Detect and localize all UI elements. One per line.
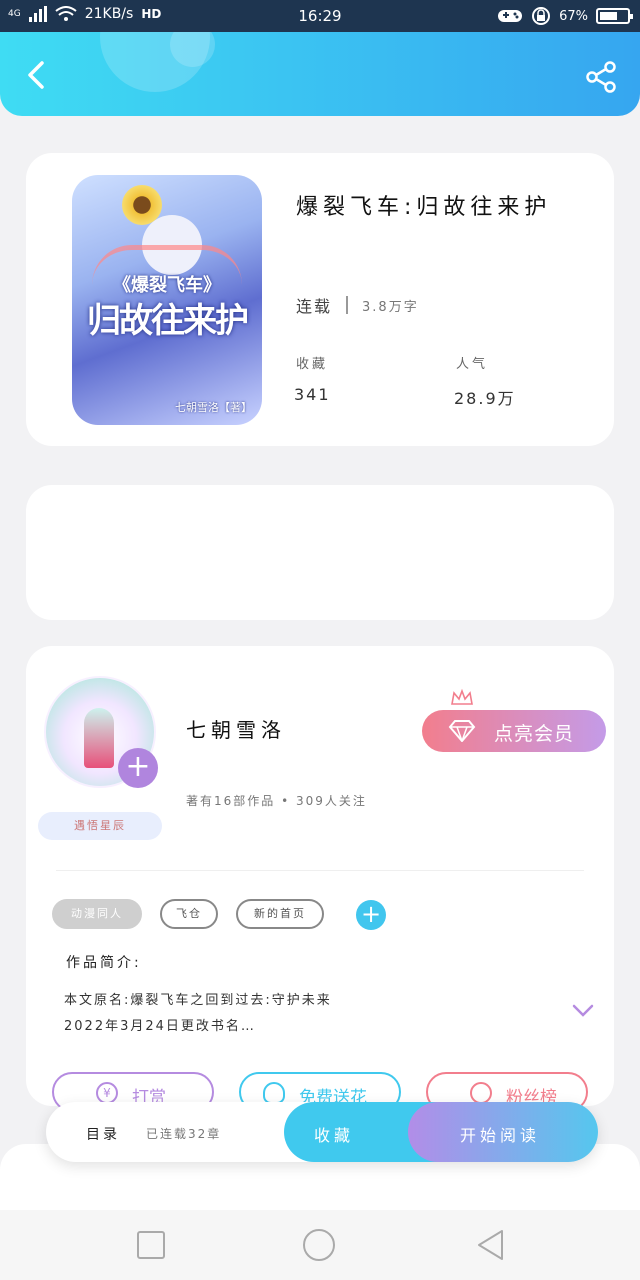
divider xyxy=(56,870,584,871)
intro-text: 本文原名:爆裂飞车之回到过去:守护未来 2022年3月24日更改书名… xyxy=(64,988,332,1040)
book-info-card: 《爆裂飞车》 归故往来护 七朝雪洛【著】 爆裂飞车:归故往来护 连载 3.8万字… xyxy=(26,153,614,446)
follow-plus-button[interactable]: + xyxy=(118,748,158,788)
popularity-value: 28.9万 xyxy=(454,389,516,408)
author-badge: 遇悟星辰 xyxy=(38,812,162,840)
vip-label: 点亮会员 xyxy=(494,723,575,745)
diamond-icon xyxy=(448,720,476,742)
book-cover[interactable]: 《爆裂飞车》 归故往来护 七朝雪洛【著】 xyxy=(72,175,262,425)
system-nav-bar xyxy=(0,1210,640,1280)
book-title: 爆裂飞车:归故往来护 xyxy=(296,195,552,220)
add-tag-button[interactable]: + xyxy=(356,900,386,930)
popularity-label: 人气 xyxy=(456,357,489,372)
chapter-count: 已连载32章 xyxy=(146,1127,222,1141)
tag-item[interactable]: 动漫同人 xyxy=(52,899,142,929)
battery-percent: 67% xyxy=(559,8,588,24)
favorites-label: 收藏 xyxy=(296,357,329,372)
author-name[interactable]: 七朝雪洛 xyxy=(186,714,286,743)
user-icon xyxy=(470,1082,492,1104)
bottom-action-bar: 目录 已连载32章 收藏 开始阅读 xyxy=(46,1102,598,1162)
author-details-card: + 遇悟星辰 七朝雪洛 著有16部作品 • 309人关注 点亮会员 动漫同人 飞… xyxy=(26,646,614,1112)
chevron-down-icon[interactable] xyxy=(572,1004,594,1018)
intro-line: 2022年3月24日更改书名… xyxy=(64,1019,256,1034)
tag-item[interactable]: 新的首页 xyxy=(236,899,324,929)
serial-status: 连载 xyxy=(296,297,333,316)
flower-icon xyxy=(263,1082,285,1104)
empty-card xyxy=(26,485,614,620)
favorites-value: 341 xyxy=(294,385,331,404)
lock-rotation-icon xyxy=(532,7,551,25)
author-info: 著有16部作品 • 309人关注 xyxy=(186,794,367,808)
intro-heading: 作品简介: xyxy=(66,955,142,971)
gamepad-icon xyxy=(498,10,523,22)
toc-button[interactable]: 目录 xyxy=(86,1124,120,1144)
cover-title: 归故往来护 xyxy=(87,301,249,341)
tag-item[interactable]: 飞仓 xyxy=(160,899,218,929)
recent-apps-icon[interactable] xyxy=(134,1228,168,1262)
start-reading-button[interactable]: 开始阅读 xyxy=(408,1102,598,1162)
intro-line: 本文原名:爆裂飞车之回到过去:守护未来 xyxy=(64,993,332,1008)
vip-button[interactable]: 点亮会员 xyxy=(422,710,606,752)
back-triangle-icon[interactable] xyxy=(474,1228,508,1262)
battery-icon xyxy=(596,8,633,24)
share-icon[interactable] xyxy=(584,60,618,94)
home-icon[interactable] xyxy=(302,1228,336,1262)
favorite-label: 收藏 xyxy=(314,1126,355,1145)
book-status-row: 连载 3.8万字 xyxy=(296,293,419,317)
status-bar: 4G 21KB/s HD 16:29 67% xyxy=(0,0,640,32)
crown-icon xyxy=(451,688,473,705)
back-arrow-icon[interactable] xyxy=(22,60,52,90)
yen-icon: ¥ xyxy=(96,1082,118,1104)
word-count: 3.8万字 xyxy=(362,299,419,315)
top-header xyxy=(0,32,640,116)
start-reading-label: 开始阅读 xyxy=(460,1126,541,1145)
cover-author: 七朝雪洛【著】 xyxy=(175,401,252,414)
